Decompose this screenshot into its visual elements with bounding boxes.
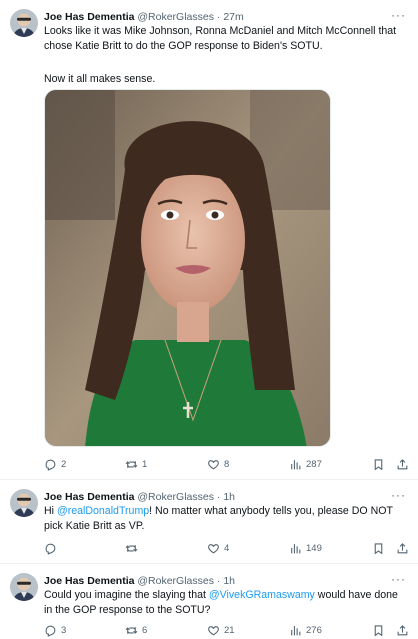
avatar[interactable] [10,9,38,37]
like-button[interactable]: 4 [207,540,229,556]
share-button[interactable] [396,540,409,556]
views-count: 276 [306,624,322,636]
reply-count: 3 [61,624,67,636]
share-button[interactable] [396,456,409,472]
tweet[interactable]: Joe Has Dementia @RokerGlasses · 27m ···… [0,0,418,480]
like-button[interactable]: 8 [207,456,229,472]
tweet-text-line: Now it all makes sense. [44,72,156,85]
retweet-button[interactable] [125,540,142,556]
like-count: 21 [224,624,235,636]
reply-icon [44,624,57,637]
tweet-text-line: in the GOP response to the SOTU? [44,603,211,616]
share-icon [396,458,409,471]
tweet-actions: 3 6 21 276 [44,622,410,638]
text-fragment: Hi [44,505,57,517]
user-handle[interactable]: @RokerGlasses [137,575,214,587]
share-icon [396,624,409,637]
tweet[interactable]: Joe Has Dementia @RokerGlasses · 1h ··· … [0,564,418,639]
text-fragment: Could you imagine the slaying that [44,589,209,601]
reply-count: 2 [61,458,67,470]
reply-button[interactable]: 3 [44,622,66,638]
reply-icon [44,542,57,555]
tweet-text: Hi @realDonaldTrump! No matter what anyb… [44,504,406,533]
like-icon [207,624,220,637]
tweet-actions: 4 149 [44,540,410,556]
tweet-actions: 2 1 8 287 [44,456,410,472]
text-fragment: ! No matter what anybody tells you, plea… [149,505,393,517]
retweet-icon [125,624,138,637]
user-handle[interactable]: @RokerGlasses [137,491,214,503]
views-count: 287 [306,458,322,470]
like-button[interactable]: 21 [207,622,235,638]
more-options-icon[interactable]: ··· [391,9,406,21]
more-options-icon[interactable]: ··· [391,489,406,501]
retweet-icon [125,458,138,471]
tweet-photo[interactable] [44,89,331,447]
tweet-text-line [44,53,406,68]
retweet-count: 1 [142,458,148,470]
tweet-text: Could you imagine the slaying that @Vive… [44,588,406,617]
avatar[interactable] [10,573,38,601]
like-icon [207,542,220,555]
views-count: 149 [306,542,322,554]
bookmark-icon [372,624,385,637]
tweet-text-line: Hi @realDonaldTrump! No matter what anyb… [44,504,406,519]
bookmark-icon [372,458,385,471]
separator-dot: · [216,11,221,23]
more-options-icon[interactable]: ··· [391,573,406,585]
display-name[interactable]: Joe Has Dementia [44,575,134,587]
views-button[interactable]: 149 [289,540,322,556]
views-button[interactable]: 287 [289,456,322,472]
mention-link[interactable]: @VivekGRamaswamy [209,589,315,601]
like-count: 8 [224,458,230,470]
tweet-text-line: Looks like it was Mike Johnson, Ronna Mc… [44,25,397,37]
tweet-text-line: chose Katie Britt to do the GOP response… [44,39,323,52]
reply-button[interactable] [44,540,61,556]
tweet-text-line: pick Katie Britt as VP. [44,519,145,532]
share-button[interactable] [396,622,409,638]
timestamp[interactable]: 1h [223,491,235,503]
retweet-count: 6 [142,624,148,636]
retweet-icon [125,542,138,555]
like-count: 4 [224,542,230,554]
mention-link[interactable]: @realDonaldTrump [57,505,149,517]
text-fragment: would have done [314,589,398,601]
views-icon [289,542,302,555]
retweet-button[interactable]: 6 [125,622,147,638]
like-icon [207,458,220,471]
share-icon [396,542,409,555]
bookmark-button[interactable] [372,540,385,556]
tweet[interactable]: Joe Has Dementia @RokerGlasses · 1h ··· … [0,480,418,564]
photo-image [45,90,330,446]
user-handle[interactable]: @RokerGlasses [137,11,214,23]
reply-button[interactable]: 2 [44,456,66,472]
retweet-button[interactable]: 1 [125,456,147,472]
reply-icon [44,458,57,471]
avatar[interactable] [10,489,38,517]
timestamp[interactable]: 27m [223,11,243,23]
bookmark-button[interactable] [372,456,385,472]
bookmark-button[interactable] [372,622,385,638]
timestamp[interactable]: 1h [223,575,235,587]
tweet-text: Looks like it was Mike Johnson, Ronna Mc… [44,24,406,86]
views-icon [289,624,302,637]
separator-dot: · [216,491,221,503]
separator-dot: · [216,575,221,587]
views-icon [289,458,302,471]
bookmark-icon [372,542,385,555]
tweet-text-line: Could you imagine the slaying that @Vive… [44,588,406,603]
views-button[interactable]: 276 [289,622,322,638]
display-name[interactable]: Joe Has Dementia [44,491,134,503]
display-name[interactable]: Joe Has Dementia [44,11,134,23]
